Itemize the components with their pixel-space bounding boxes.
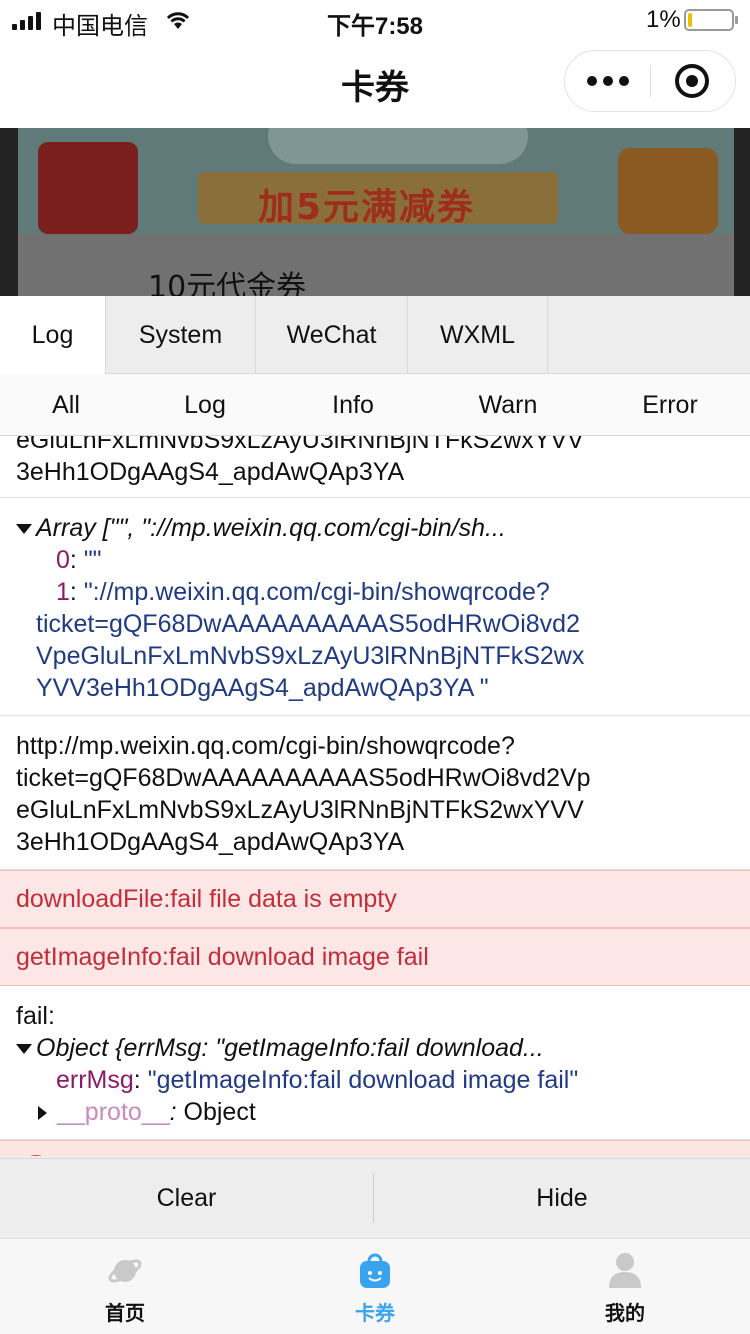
- tab-wxml[interactable]: WXML: [408, 296, 548, 374]
- object-summary[interactable]: Object {errMsg: "getImageInfo:fail downl…: [16, 1032, 544, 1064]
- background-page: 加5元满减券 10元代金券: [0, 128, 750, 296]
- error-log-row: downloadFile:fail file data is empty: [0, 870, 750, 928]
- collapsed-triangle-icon[interactable]: [38, 1106, 47, 1121]
- log-row: fail: Object {errMsg: "getImageInfo:fail…: [0, 986, 750, 1140]
- clear-button[interactable]: Clear: [0, 1159, 373, 1237]
- tab-label: 我的: [605, 1301, 645, 1325]
- log-filter-bar: All Log Info Warn Error: [0, 374, 750, 436]
- tab-wechat[interactable]: WeChat: [256, 296, 408, 374]
- vconsole-tabs: Log System WeChat WXML: [0, 296, 750, 374]
- hide-button[interactable]: Hide: [374, 1159, 750, 1237]
- filter-warn[interactable]: Warn: [479, 374, 538, 436]
- navigation-bar: 卡券: [0, 40, 750, 128]
- array-summary[interactable]: Array ["", "://mp.weixin.qq.com/cgi-bin/…: [16, 512, 506, 544]
- more-icon[interactable]: [565, 51, 651, 111]
- promo-banner: 加5元满减券: [18, 128, 734, 234]
- error-badge-icon: [18, 1155, 54, 1156]
- log-row: eGluLnFxLmNvbS9xLzAyU3lRNnBjNTFkS2wxYVV …: [0, 436, 750, 498]
- filter-all[interactable]: All: [52, 374, 80, 436]
- error-log-row: getImageInfo:fail download image fail: [0, 928, 750, 986]
- filter-log[interactable]: Log: [184, 374, 226, 436]
- soda-bottle-image: [618, 148, 718, 234]
- clock: 下午7:58: [326, 13, 424, 40]
- close-miniprogram-icon[interactable]: [675, 64, 709, 98]
- coupon-title: 10元代金券: [148, 270, 307, 296]
- tab-profile[interactable]: 我的: [500, 1239, 750, 1334]
- log-list: eGluLnFxLmNvbS9xLzAyU3lRNnBjNTFkS2wxYVV …: [0, 436, 750, 1156]
- bottom-tab-bar: 首页 卡券 我的: [0, 1238, 750, 1334]
- tab-label: 卡券: [355, 1301, 395, 1325]
- tab-home[interactable]: 首页: [0, 1239, 250, 1334]
- battery-icon: [684, 9, 738, 31]
- proto-entry[interactable]: __proto__: Object: [34, 1096, 256, 1128]
- tab-system[interactable]: System: [106, 296, 256, 374]
- battery-percent: 1%: [646, 6, 681, 33]
- expand-triangle-icon[interactable]: [16, 1044, 32, 1055]
- capsule-divider: [650, 65, 651, 97]
- cola-can-image: [38, 142, 138, 234]
- expand-triangle-icon[interactable]: [16, 524, 32, 535]
- tab-log[interactable]: Log: [0, 296, 106, 374]
- tab-label: 首页: [105, 1301, 145, 1325]
- filter-info[interactable]: Info: [332, 374, 374, 436]
- log-row: Array ["", "://mp.weixin.qq.com/cgi-bin/…: [0, 498, 750, 716]
- person-icon: [609, 1253, 641, 1288]
- banner-text: 加5元满减券: [258, 187, 476, 228]
- error-log-row: [0, 1140, 750, 1156]
- coupon-card: 10元代金券: [18, 234, 734, 296]
- vconsole-footer: Clear Hide: [0, 1158, 750, 1238]
- status-bar: 中国电信 下午7:58 1%: [0, 0, 750, 40]
- menu-capsule: [564, 50, 736, 112]
- planet-icon: [108, 1259, 142, 1283]
- filter-error[interactable]: Error: [642, 374, 698, 436]
- tab-coupons[interactable]: 卡券: [250, 1239, 500, 1334]
- bag-icon: [360, 1253, 390, 1288]
- vconsole-panel: Log System WeChat WXML All Log Info Warn…: [0, 296, 750, 1238]
- log-row: http://mp.weixin.qq.com/cgi-bin/showqrco…: [0, 716, 750, 870]
